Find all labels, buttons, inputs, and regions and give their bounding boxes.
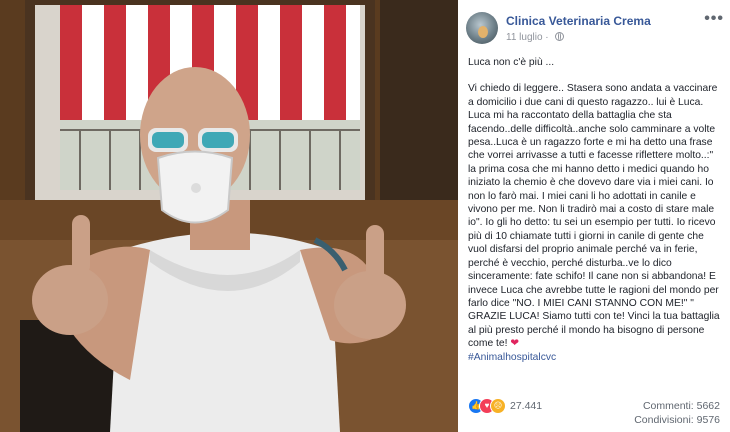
post-body: Luca non c'è più ... Vi chiedo di legger… bbox=[468, 56, 722, 364]
sad-icon: ☹ bbox=[490, 398, 506, 414]
page-name-link[interactable]: Clinica Veterinaria Crema bbox=[506, 14, 651, 28]
post-meta: 11 luglio · bbox=[506, 32, 565, 43]
post-header: Clinica Veterinaria Crema 11 luglio · ••… bbox=[466, 11, 724, 46]
post-message-text: Vi chiedo di leggere.. Stasera sono anda… bbox=[468, 83, 720, 350]
reaction-count: 27.441 bbox=[510, 400, 543, 412]
post-stats: Commenti: 5662 Condivisioni: 9576 bbox=[634, 399, 720, 427]
post-photo[interactable] bbox=[0, 0, 458, 432]
shares-count[interactable]: Condivisioni: 9576 bbox=[634, 413, 720, 427]
post-panel: Clinica Veterinaria Crema 11 luglio · ••… bbox=[458, 0, 730, 432]
post-title-line: Luca non c'è più ... bbox=[468, 57, 555, 68]
post-date[interactable]: 11 luglio bbox=[506, 32, 543, 43]
post-message: Vi chiedo di leggere.. Stasera sono anda… bbox=[468, 82, 722, 350]
photo-illustration bbox=[0, 0, 458, 432]
page-avatar[interactable] bbox=[466, 12, 498, 44]
globe-icon bbox=[555, 32, 565, 41]
heart-emoji-icon: ❤ bbox=[510, 338, 520, 350]
comments-count[interactable]: Commenti: 5662 bbox=[634, 399, 720, 413]
more-dots-icon[interactable]: ••• bbox=[704, 11, 724, 27]
hashtag-link[interactable]: #Animalhospitalcvc bbox=[468, 351, 722, 364]
